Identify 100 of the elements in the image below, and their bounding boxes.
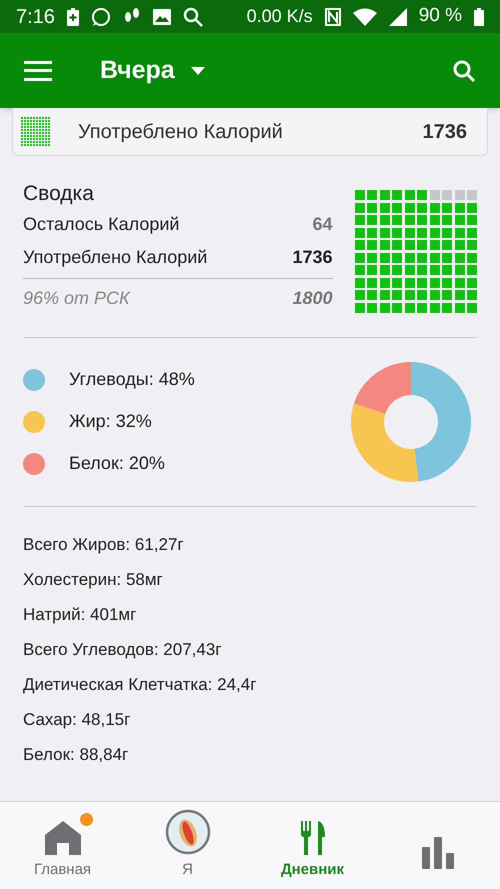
- fork-knife-icon: [300, 821, 326, 856]
- date-dropdown[interactable]: Вчера: [100, 52, 205, 90]
- waffle-square: [380, 302, 390, 312]
- legend-label: Белок: 20%: [69, 452, 165, 475]
- waffle-square: [442, 290, 452, 300]
- waffle-square: [467, 240, 477, 250]
- waffle-square: [404, 265, 414, 275]
- waffle-square: [404, 202, 414, 212]
- waffle-square: [404, 240, 414, 250]
- nutrient-text: Белок: 88,84г: [23, 744, 130, 766]
- waffle-square: [380, 278, 390, 288]
- waffle-square: [354, 302, 364, 312]
- waffle-square: [442, 215, 452, 225]
- goal-label: 96% от РСК: [23, 287, 130, 310]
- search-button[interactable]: [452, 58, 476, 82]
- waffle-square: [417, 215, 427, 225]
- waffle-square: [392, 265, 402, 275]
- waffle-square: [454, 278, 464, 288]
- waffle-square: [354, 265, 364, 275]
- waffle-icon: [21, 117, 50, 146]
- waffle-square: [367, 290, 377, 300]
- waffle-square: [354, 215, 364, 225]
- waffle-square: [417, 228, 427, 238]
- nav-tab[interactable]: Дневник: [250, 802, 375, 889]
- waffle-square: [354, 228, 364, 238]
- waffle-square: [354, 240, 364, 250]
- waffle-square: [354, 290, 364, 300]
- waffle-square: [367, 265, 377, 275]
- menu-button[interactable]: [24, 60, 52, 80]
- waffle-square: [380, 265, 390, 275]
- nutrient-text: Диетическая Клетчатка: 24,4г: [23, 674, 258, 696]
- waffle-square: [380, 240, 390, 250]
- waffle-square: [354, 190, 364, 200]
- waffle-square: [430, 302, 440, 312]
- waffle-square: [442, 302, 452, 312]
- waffle-square: [404, 278, 414, 288]
- waffle-square: [417, 265, 427, 275]
- waffle-square: [454, 202, 464, 212]
- waffle-square: [430, 190, 440, 200]
- waffle-square: [467, 202, 477, 212]
- waffle-square: [404, 215, 414, 225]
- waffle-square: [467, 290, 477, 300]
- waffle-square: [467, 252, 477, 262]
- waffle-square: [380, 290, 390, 300]
- waffle-square: [417, 290, 427, 300]
- waffle-square: [392, 240, 402, 250]
- waffle-square: [367, 202, 377, 212]
- waffle-square: [392, 215, 402, 225]
- legend-label: Жир: 32%: [69, 410, 152, 433]
- waffle-square: [404, 290, 414, 300]
- caret-icon: [190, 66, 205, 74]
- nutrient-text: Всего Жиров: 61,27г: [23, 534, 185, 556]
- waffle-square: [467, 215, 477, 225]
- waffle-square: [392, 202, 402, 212]
- waffle-square: [454, 228, 464, 238]
- avatar-icon: [164, 809, 210, 856]
- summary-label: Употреблено Калорий: [23, 246, 208, 269]
- nav-tab[interactable]: Я: [125, 802, 250, 889]
- waffle-square: [454, 290, 464, 300]
- wifi-icon: [352, 8, 377, 26]
- goal-value: 1800: [292, 287, 332, 310]
- waffle-square: [467, 302, 477, 312]
- summary-value: 1736: [292, 246, 332, 269]
- waffle-square: [454, 190, 464, 200]
- summary-value: 64: [312, 213, 332, 236]
- waffle-square: [404, 252, 414, 262]
- waffle-square: [430, 265, 440, 275]
- waffle-square: [454, 265, 464, 275]
- waffle-square: [442, 278, 452, 288]
- waffle-square: [417, 202, 427, 212]
- battery-plus-icon: [66, 8, 79, 26]
- network-speed: 0.00 K/s: [246, 5, 313, 28]
- waffle-square: [380, 252, 390, 262]
- waffle-square: [380, 190, 390, 200]
- waffle-square: [467, 228, 477, 238]
- waffle-square: [454, 215, 464, 225]
- waffle-square: [392, 302, 402, 312]
- waffle-square: [417, 252, 427, 262]
- card-value: 1736: [422, 120, 468, 144]
- status-time: 7:16: [16, 4, 55, 30]
- waffle-square: [467, 190, 477, 200]
- waffle-square: [392, 228, 402, 238]
- nav-tab[interactable]: Главная: [0, 802, 125, 889]
- waffle-square: [442, 240, 452, 250]
- waffle-square: [354, 202, 364, 212]
- search-icon: [182, 6, 203, 26]
- battery-percent: 90 %: [418, 4, 462, 28]
- battery-icon: [474, 8, 484, 26]
- nutrient-text: Натрий: 401мг: [23, 604, 138, 626]
- waffle-square: [430, 215, 440, 225]
- waffle-square: [417, 302, 427, 312]
- waffle-square: [442, 265, 452, 275]
- waffle-square: [430, 240, 440, 250]
- home-icon: [44, 821, 80, 856]
- waffle-square: [442, 202, 452, 212]
- waffle-square: [367, 215, 377, 225]
- waffle-square: [467, 265, 477, 275]
- waffle-square: [392, 290, 402, 300]
- summary-label: Осталось Калорий: [23, 213, 180, 236]
- nutrient-text: Сахар: 48,15г: [23, 708, 132, 730]
